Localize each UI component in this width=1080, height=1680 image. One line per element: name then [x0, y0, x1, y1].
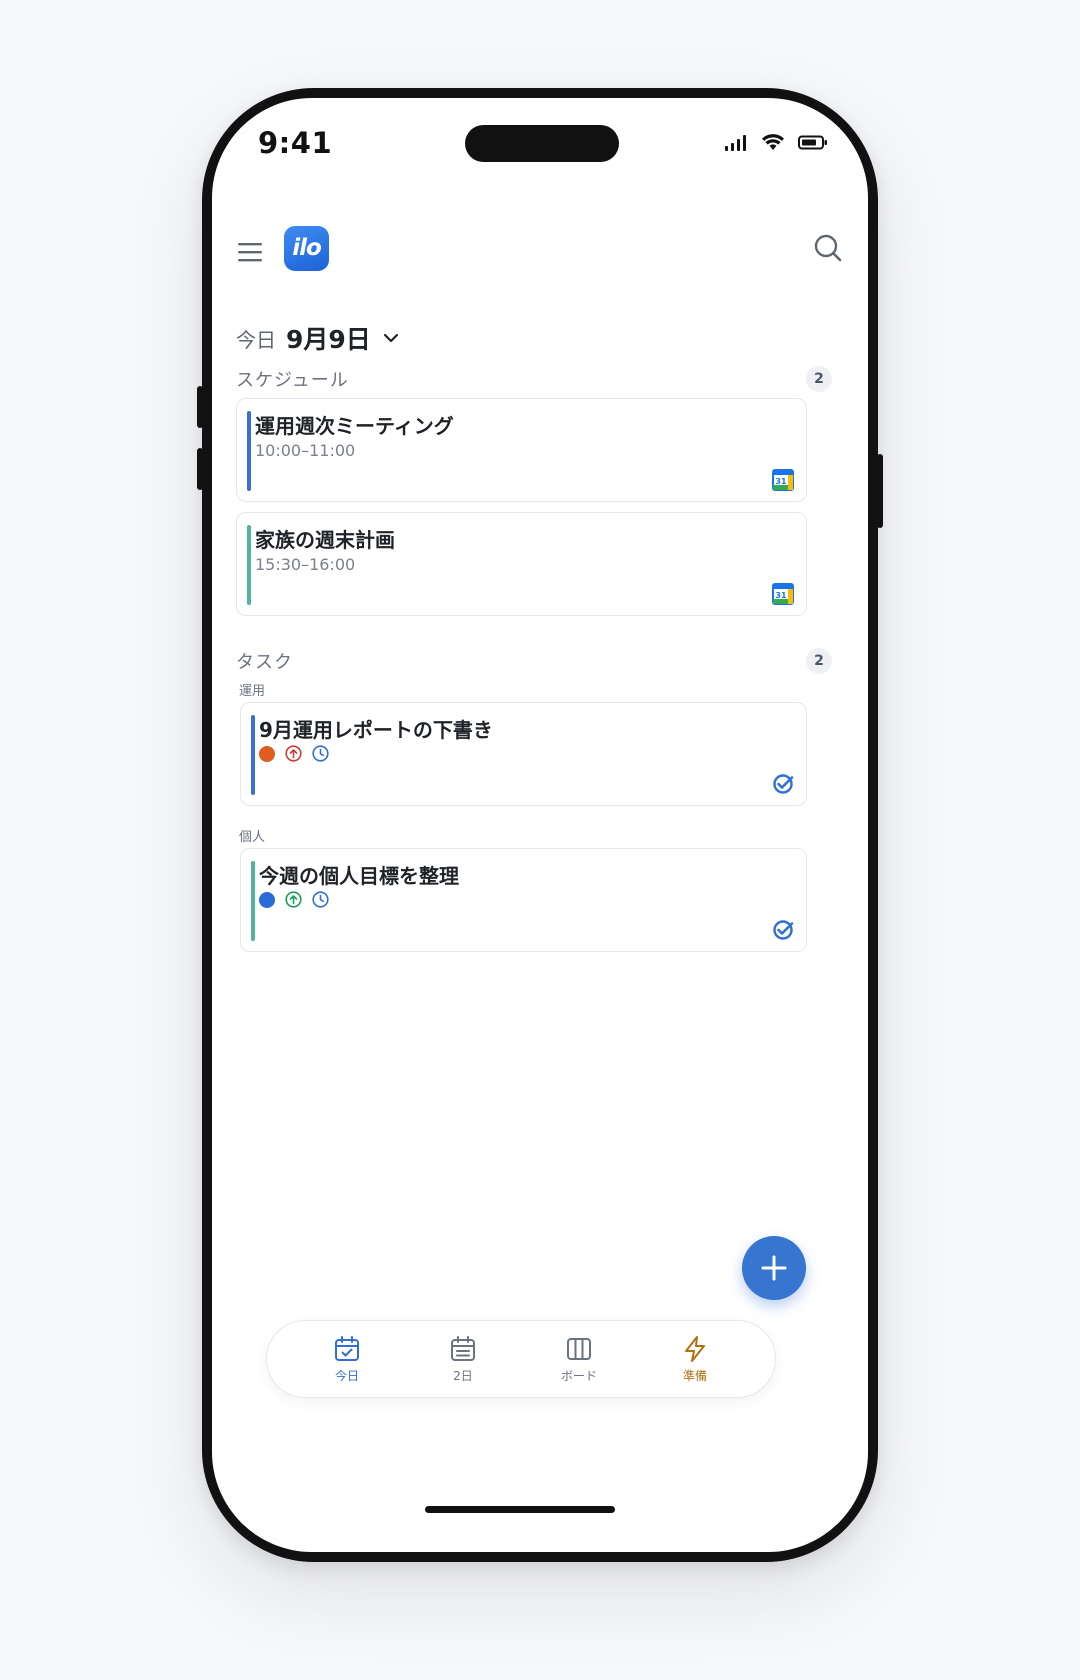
tasks-count-badge: 2	[806, 648, 832, 674]
task-color-bar	[251, 861, 255, 941]
event-color-bar	[247, 525, 251, 605]
task-meta	[259, 745, 329, 762]
search-icon[interactable]	[812, 232, 844, 264]
dynamic-island	[465, 125, 619, 162]
task-color-bar	[251, 715, 255, 795]
screen: 9:41 ilo 今日 9月9日 スケジュール 2 運用週次ミーティング 10:…	[212, 98, 868, 1552]
google-calendar-icon: 31	[772, 469, 794, 491]
event-color-bar	[247, 411, 251, 491]
schedule-section-header: スケジュール 2	[236, 366, 832, 392]
svg-text:31: 31	[775, 591, 787, 600]
volume-button	[197, 448, 203, 490]
power-button	[877, 454, 883, 528]
svg-text:31: 31	[775, 477, 787, 486]
clock-icon	[312, 745, 329, 762]
tab-label: ボード	[560, 1368, 597, 1383]
phone-frame: 9:41 ilo 今日 9月9日 スケジュール 2 運用週次ミーティング 10:…	[197, 88, 883, 1562]
app-logo: ilo	[284, 226, 329, 271]
app-header: ilo	[212, 226, 868, 282]
bottom-tab-bar: 今日 2日 ボード 準備	[266, 1320, 776, 1398]
status-time: 9:41	[258, 126, 333, 160]
hamburger-menu-icon[interactable]	[236, 240, 264, 264]
task-meta	[259, 891, 329, 908]
wifi-icon	[762, 134, 784, 150]
priority-up-icon	[285, 891, 302, 908]
clock-icon	[312, 891, 329, 908]
task-card[interactable]: 9月運用レポートの下書き	[240, 702, 807, 806]
event-title: 家族の週末計画	[255, 528, 395, 552]
event-time: 10:00–11:00	[255, 441, 356, 460]
tasks-section-header: タスク 2	[236, 648, 832, 674]
home-indicator	[425, 1506, 615, 1513]
task-check-icon[interactable]	[772, 919, 794, 941]
status-dot-icon	[259, 745, 275, 762]
task-card[interactable]: 今週の個人目標を整理	[240, 848, 807, 952]
current-date: 9月9日	[286, 325, 371, 354]
task-group-label: 個人	[239, 830, 266, 845]
status-dot-icon	[259, 891, 275, 908]
task-group-label: 運用	[239, 684, 266, 699]
plus-icon	[761, 1255, 787, 1281]
date-selector[interactable]: 今日 9月9日	[236, 320, 399, 356]
action-button	[197, 386, 203, 428]
status-icons	[724, 134, 828, 151]
battery-icon	[798, 135, 827, 150]
signal-icon	[725, 134, 746, 151]
tab-today[interactable]: 今日	[302, 1335, 392, 1384]
event-time: 15:30–16:00	[255, 555, 356, 574]
schedule-count-badge: 2	[806, 366, 832, 392]
event-card[interactable]: 運用週次ミーティング 10:00–11:00 31	[236, 398, 807, 502]
calendar-check-icon	[335, 1335, 359, 1361]
event-title: 運用週次ミーティング	[255, 414, 454, 438]
google-calendar-icon: 31	[772, 583, 794, 605]
task-check-icon[interactable]	[772, 773, 794, 795]
tasks-title: タスク	[236, 652, 293, 673]
tab-label: 今日	[334, 1368, 359, 1383]
chevron-down-icon	[383, 333, 398, 343]
calendar-list-icon	[451, 1335, 475, 1361]
tab-label: 2日	[453, 1368, 473, 1383]
tab-board[interactable]: ボード	[534, 1335, 624, 1384]
add-button[interactable]	[742, 1236, 806, 1300]
today-label: 今日	[236, 327, 276, 352]
board-columns-icon	[567, 1337, 591, 1360]
lightning-icon	[685, 1335, 705, 1362]
tab-label: 準備	[682, 1368, 707, 1383]
event-card[interactable]: 家族の週末計画 15:30–16:00 31	[236, 512, 807, 616]
schedule-title: スケジュール	[236, 370, 349, 391]
task-title: 9月運用レポートの下書き	[259, 718, 493, 742]
tab-prep[interactable]: 準備	[650, 1335, 740, 1384]
tab-two-days[interactable]: 2日	[418, 1335, 508, 1384]
priority-up-icon	[285, 745, 302, 762]
task-title: 今週の個人目標を整理	[259, 864, 459, 888]
